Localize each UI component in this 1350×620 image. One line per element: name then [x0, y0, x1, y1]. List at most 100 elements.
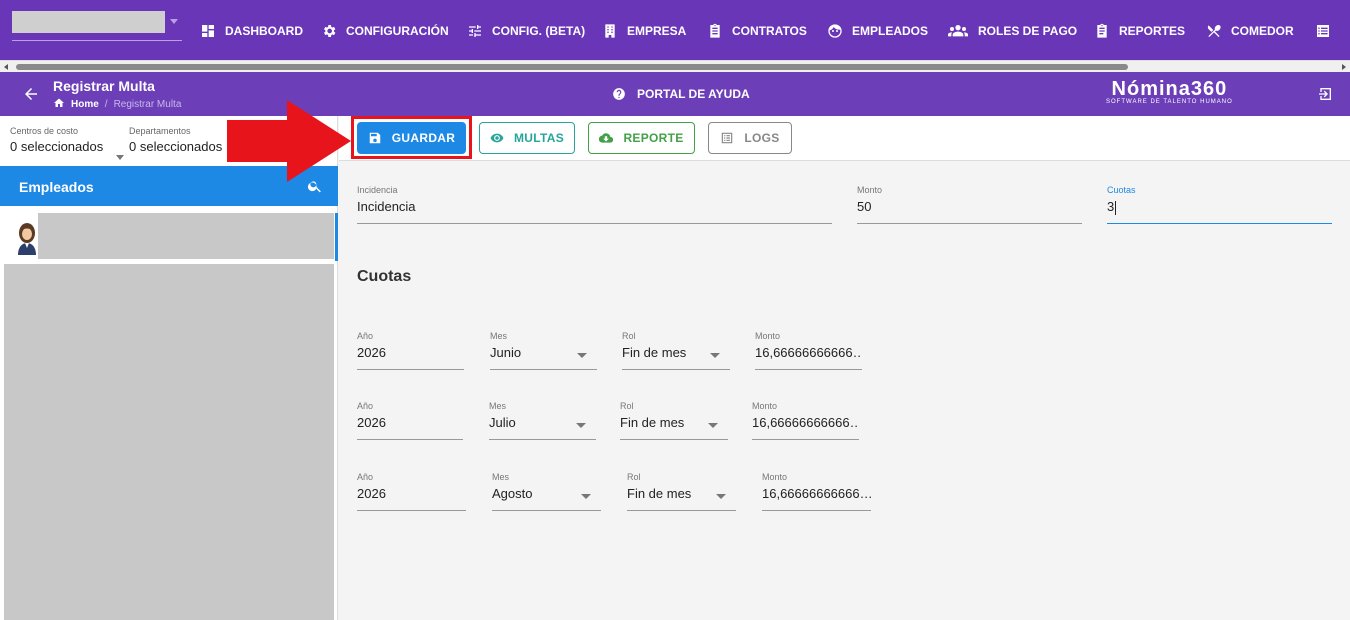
nav-comedor-label: COMEDOR [1231, 24, 1294, 38]
nav-empleados[interactable]: EMPLEADOS [827, 20, 928, 42]
monto-field[interactable]: Monto 50 [857, 185, 1082, 224]
incidencia-value: Incidencia [357, 199, 416, 214]
cuota-3-month-label: Mes [492, 472, 510, 482]
departments-filter[interactable]: Departamentos 0 seleccionados [129, 126, 222, 154]
nav-more[interactable] [1315, 20, 1340, 42]
company-select[interactable] [12, 11, 182, 41]
employees-title: Empleados [19, 179, 94, 195]
cuota-3-month-select[interactable]: Mes Agosto [492, 472, 601, 511]
breadcrumb-separator: / [104, 99, 108, 110]
nav-roles-de-pago-label: ROLES DE PAGO [978, 24, 1078, 38]
back-arrow-icon[interactable] [22, 85, 40, 103]
home-icon[interactable] [53, 97, 71, 112]
list-box-icon [722, 132, 733, 144]
cuota-2-month-label: Mes [489, 401, 507, 411]
chevron-down-icon [577, 353, 587, 358]
nav-comedor[interactable]: COMEDOR [1206, 20, 1294, 42]
breadcrumb-current: Registrar Multa [113, 99, 182, 110]
sliders-icon [467, 23, 483, 39]
nav-contratos[interactable]: CONTRATOS [707, 20, 807, 42]
report-icon [1094, 23, 1110, 39]
nav-configuracion[interactable]: CONFIGURACIÓN [321, 20, 449, 42]
logout-icon[interactable] [1317, 86, 1333, 107]
incidencia-field[interactable]: Incidencia Incidencia [357, 185, 832, 224]
nav-empresa[interactable]: EMPRESA [602, 20, 686, 42]
help-circle-icon [613, 88, 625, 100]
cuota-2-year-field[interactable]: Año 2026 [357, 401, 463, 440]
cost-centers-value: 0 seleccionados [10, 139, 104, 154]
cloud-download-icon [599, 133, 614, 143]
nav-reportes-label: REPORTES [1119, 24, 1186, 38]
cuota-1-rol-select[interactable]: Rol Fin de mes [622, 331, 730, 370]
chevron-down-icon [576, 423, 586, 428]
cost-centers-label: Centros de costo [10, 126, 79, 136]
cuota-2-year-value: 2026 [357, 415, 386, 430]
cuota-1-year-label: Año [357, 331, 374, 341]
save-button-highlight [351, 116, 472, 159]
chevron-down-icon [170, 19, 178, 24]
nav-config-beta-label: CONFIG. (BETA) [492, 24, 586, 38]
cuotas-field[interactable]: Cuotas 3 [1107, 185, 1332, 224]
nav-horizontal-scrollbar[interactable] [0, 60, 1350, 72]
cuota-2-amount-value: 16,66666666666… [752, 415, 859, 430]
gear-icon [321, 23, 337, 39]
dashboard-icon [200, 23, 216, 39]
cuota-2-month-select[interactable]: Mes Julio [489, 401, 596, 440]
monto-value: 50 [857, 199, 872, 214]
building-icon [602, 23, 618, 39]
nav-config-beta[interactable]: CONFIG. (BETA) [467, 20, 585, 42]
cuota-3-rol-label: Rol [627, 472, 641, 482]
text-cursor [1115, 200, 1117, 215]
nav-empresa-label: EMPRESA [627, 24, 687, 38]
page-title: Registrar Multa [53, 78, 155, 94]
cuota-2-year-label: Año [357, 401, 374, 411]
cuota-1-month-select[interactable]: Mes Junio [490, 331, 597, 370]
page-header: Registrar Multa Home / Registrar Multa P… [0, 72, 1350, 116]
scroll-right-arrow-icon[interactable] [1342, 64, 1346, 70]
report-button[interactable]: REPORTE [588, 122, 695, 154]
cuotas-label: Cuotas [1107, 185, 1136, 195]
scrollbar-thumb[interactable] [16, 64, 1128, 70]
nav-roles-de-pago[interactable]: ROLES DE PAGO [947, 20, 1077, 42]
nav-dashboard[interactable]: DASHBOARD [200, 20, 303, 42]
cuota-2-amount-label: Monto [752, 401, 778, 411]
avatar [14, 219, 40, 255]
cuotas-value: 3 [1107, 199, 1115, 214]
cuota-1-month-label: Mes [490, 331, 508, 341]
cuota-2-rol-select[interactable]: Rol Fin de mes [620, 401, 728, 440]
cuota-3-rol-select[interactable]: Rol Fin de mes [627, 472, 736, 511]
selected-indicator [335, 213, 338, 261]
eye-icon [490, 133, 504, 143]
chevron-down-icon [581, 494, 591, 499]
chevron-down-icon [710, 353, 720, 358]
departments-label: Departamentos [129, 126, 191, 136]
nav-empleados-label: EMPLEADOS [852, 24, 929, 38]
cuota-1-amount-label: Monto [755, 331, 781, 341]
top-navigation: DASHBOARD CONFIGURACIÓN CONFIG. (BETA) E… [0, 0, 1350, 60]
report-button-label: REPORTE [623, 131, 684, 145]
cuota-2-amount-field[interactable]: Monto 16,66666666666… [752, 401, 859, 440]
cuota-3-year-field[interactable]: Año 2026 [357, 472, 466, 511]
multas-button[interactable]: MULTAS [479, 122, 575, 154]
chevron-down-icon [708, 423, 718, 428]
utensils-icon [1206, 23, 1222, 39]
employee-list-item[interactable] [0, 213, 338, 261]
nav-dashboard-label: DASHBOARD [225, 24, 303, 38]
nav-reportes[interactable]: REPORTES [1094, 20, 1185, 42]
employee-name-redacted [38, 213, 334, 259]
cuota-3-amount-field[interactable]: Monto 16,66666666666… [762, 472, 871, 511]
cuota-1-rol-label: Rol [622, 331, 636, 341]
cuota-1-year-field[interactable]: Año 2026 [357, 331, 464, 370]
monto-label: Monto [857, 185, 883, 195]
logs-button[interactable]: LOGS [708, 122, 792, 154]
left-panel: Centros de costo 0 seleccionados Departa… [0, 116, 338, 620]
chevron-down-icon [716, 494, 726, 499]
scroll-left-arrow-icon[interactable] [4, 64, 8, 70]
help-portal-link[interactable]: PORTAL DE AYUDA [612, 87, 750, 101]
list-icon [1315, 23, 1331, 39]
breadcrumb-home[interactable]: Home [71, 99, 99, 110]
chevron-down-icon [116, 155, 124, 160]
cuota-1-amount-field[interactable]: Monto 16,66666666666… [755, 331, 862, 370]
multas-button-label: MULTAS [513, 131, 564, 145]
cost-centers-filter[interactable]: Centros de costo 0 seleccionados [10, 126, 124, 160]
